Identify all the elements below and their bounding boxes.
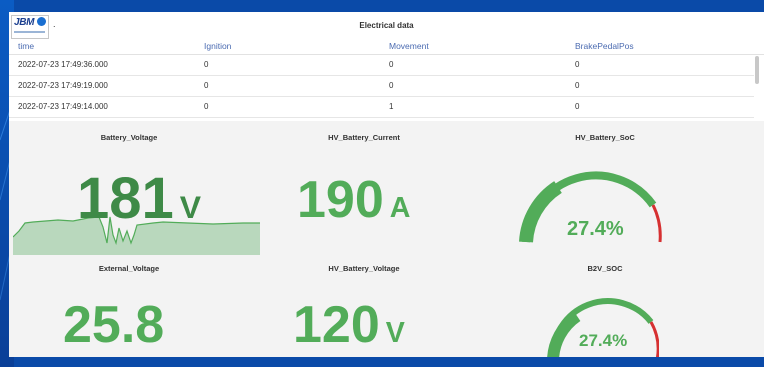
hv-battery-voltage-value: 120 V [293, 295, 405, 355]
battery-voltage-title: Battery_Voltage [100, 133, 158, 142]
column-header-movement[interactable]: Movement [389, 41, 429, 51]
gauge-arc-red [649, 321, 659, 357]
cell-movement: 0 [389, 60, 394, 69]
hv-battery-soc-title: HV_Battery_SoC [575, 133, 635, 142]
hv-battery-voltage-unit: V [385, 317, 405, 349]
cell-movement: 1 [389, 102, 394, 111]
cell-movement: 0 [389, 81, 394, 90]
hv-battery-current-number: 190 [297, 171, 384, 229]
table-title: Electrical data [359, 21, 414, 30]
column-header-ignition[interactable]: Ignition [204, 41, 231, 51]
battery-voltage-unit: V [179, 189, 202, 225]
cell-brakepedalpos: 0 [575, 102, 580, 111]
battery-voltage-number: 181 [77, 166, 174, 231]
hv-battery-voltage-number: 120 [293, 296, 380, 354]
table-row: 2022-07-23 17:49:36.000 0 0 0 [9, 55, 754, 76]
battery-voltage-value: 181 V [77, 165, 201, 232]
cell-ignition: 0 [204, 102, 209, 111]
column-header-time[interactable]: time [18, 41, 34, 51]
b2v-soc-title: B2V_SOC [587, 264, 623, 273]
column-header-brakepedalpos[interactable]: BrakePedalPos [575, 41, 634, 51]
cell-brakepedalpos: 0 [575, 60, 580, 69]
cell-ignition: 0 [204, 81, 209, 90]
external-voltage-title: External_Voltage [98, 264, 160, 273]
gauge-fill [547, 311, 581, 357]
dashboard-frame: JBM . Electrical data time Ignition Move… [9, 12, 764, 357]
hv-battery-current-title: HV_Battery_Current [328, 133, 400, 142]
hv-battery-current-unit: A [389, 192, 411, 224]
logo-subtitle-line [14, 31, 45, 33]
gauge-fill [519, 181, 563, 243]
cell-time: 2022-07-23 17:49:19.000 [18, 81, 108, 90]
hv-battery-current-value: 190 A [297, 170, 410, 230]
table-row: 2022-07-23 17:49:19.000 0 0 0 [9, 76, 754, 97]
table-row: 2022-07-23 17:49:14.000 0 1 0 [9, 97, 754, 118]
cell-ignition: 0 [204, 60, 209, 69]
b2v-soc-value: 27.4% [579, 331, 628, 350]
hv-battery-voltage-title: HV_Battery_Voltage [328, 264, 400, 273]
cell-time: 2022-07-23 17:49:14.000 [18, 102, 108, 111]
table-header: time Ignition Movement BrakePedalPos [9, 39, 764, 55]
hv-battery-soc-value: 27.4% [567, 218, 624, 240]
gauge-arc-red [651, 204, 662, 243]
table-scrollbar[interactable] [755, 56, 759, 84]
cell-time: 2022-07-23 17:49:36.000 [18, 60, 108, 69]
electrical-data-table-panel: JBM . Electrical data time Ignition Move… [9, 12, 764, 121]
cell-brakepedalpos: 0 [575, 81, 580, 90]
external-voltage-value: 25.8 [63, 296, 165, 354]
